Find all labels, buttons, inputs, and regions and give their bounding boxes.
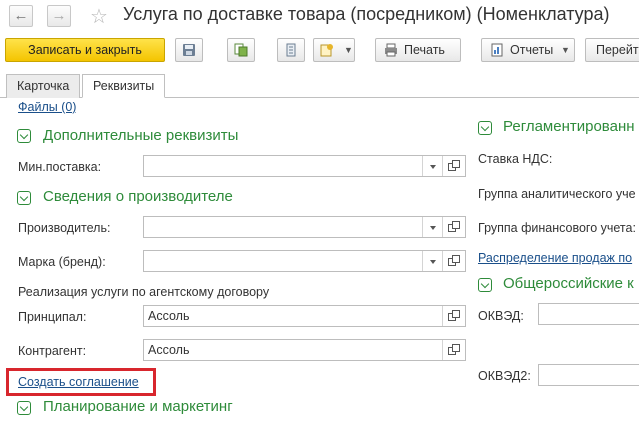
- list-icon: [286, 43, 296, 57]
- collapse-chevron-icon[interactable]: [478, 121, 492, 135]
- save-button[interactable]: [175, 38, 203, 62]
- save-and-close-button[interactable]: Записать и закрыть: [5, 38, 165, 62]
- dropdown-arrow-icon[interactable]: [422, 251, 443, 271]
- group-manufacturer-title[interactable]: Сведения о производителе: [43, 188, 233, 205]
- sales-distribution-link[interactable]: Распределение продаж по: [478, 251, 632, 265]
- okved2-field[interactable]: [538, 364, 639, 386]
- open-form-icon[interactable]: [442, 306, 465, 326]
- okved-label: ОКВЭД:: [478, 309, 524, 323]
- floppy-disk-icon: [183, 44, 195, 56]
- open-form-icon[interactable]: [442, 340, 465, 360]
- group-regulated-title[interactable]: Регламентированн: [503, 118, 635, 135]
- group-okved-title[interactable]: Общероссийские к: [503, 275, 634, 292]
- counterparty-value: Ассоль: [148, 343, 190, 357]
- principal-label: Принципал:: [18, 310, 87, 324]
- principal-value: Ассоль: [148, 309, 190, 323]
- producer-label: Производитель:: [18, 221, 111, 235]
- list-button[interactable]: [277, 38, 305, 62]
- min-supply-field[interactable]: [143, 155, 466, 177]
- producer-field[interactable]: [143, 216, 466, 238]
- min-supply-label: Мин.поставка:: [18, 160, 102, 174]
- print-button[interactable]: Печать: [375, 38, 461, 62]
- print-label: Печать: [404, 43, 445, 57]
- chevron-down-icon: ▼: [344, 45, 353, 55]
- files-link[interactable]: Файлы (0): [18, 102, 76, 114]
- collapse-chevron-icon[interactable]: [17, 191, 31, 205]
- open-form-icon[interactable]: [442, 156, 465, 176]
- counterparty-field[interactable]: Ассоль: [143, 339, 466, 361]
- analytic-group-label: Группа аналитического уче: [478, 187, 636, 201]
- create-agreement-link[interactable]: Создать соглашение: [18, 375, 139, 389]
- chevron-down-icon: ▼: [561, 45, 570, 55]
- okved-field[interactable]: [538, 303, 639, 325]
- collapse-chevron-icon[interactable]: [17, 401, 31, 415]
- reports-button[interactable]: Отчеты ▼: [481, 38, 575, 62]
- dropdown-arrow-icon[interactable]: [422, 217, 443, 237]
- report-icon: [491, 43, 503, 57]
- finance-group-label: Группа финансового учета:: [478, 221, 636, 235]
- create-based-on-button[interactable]: ▼: [313, 38, 355, 62]
- window-title: Услуга по доставке товара (посредником) …: [123, 4, 610, 24]
- printer-icon: [385, 43, 397, 57]
- forward-button[interactable]: →: [47, 5, 71, 27]
- brand-label: Марка (бренд):: [18, 255, 106, 269]
- group-additional-title[interactable]: Дополнительные реквизиты: [43, 127, 238, 144]
- document-post-icon: [234, 43, 248, 57]
- counterparty-label: Контрагент:: [18, 344, 87, 358]
- tab-requisites[interactable]: Реквизиты: [82, 74, 166, 98]
- group-planning-title[interactable]: Планирование и маркетинг: [43, 398, 233, 415]
- tab-card[interactable]: Карточка: [6, 74, 81, 98]
- collapse-chevron-icon[interactable]: [478, 278, 492, 292]
- document-create-icon: [320, 44, 333, 57]
- goto-button[interactable]: Перейт: [585, 38, 639, 62]
- dropdown-arrow-icon[interactable]: [422, 156, 443, 176]
- arrow-right-icon: →: [51, 7, 67, 24]
- goto-label: Перейт: [596, 43, 639, 57]
- favorite-star-icon[interactable]: ☆: [90, 4, 108, 29]
- collapse-chevron-icon[interactable]: [17, 129, 31, 143]
- brand-field[interactable]: [143, 250, 466, 272]
- agency-caption: Реализация услуги по агентскому договору: [18, 285, 270, 299]
- back-button[interactable]: ←: [9, 5, 33, 27]
- reports-label: Отчеты: [510, 43, 554, 57]
- okved2-label: ОКВЭД2:: [478, 369, 531, 383]
- post-document-button[interactable]: [227, 38, 255, 62]
- vat-rate-label: Ставка НДС:: [478, 152, 553, 166]
- open-form-icon[interactable]: [442, 251, 465, 271]
- principal-field[interactable]: Ассоль: [143, 305, 466, 327]
- arrow-left-icon: ←: [13, 7, 29, 24]
- open-form-icon[interactable]: [442, 217, 465, 237]
